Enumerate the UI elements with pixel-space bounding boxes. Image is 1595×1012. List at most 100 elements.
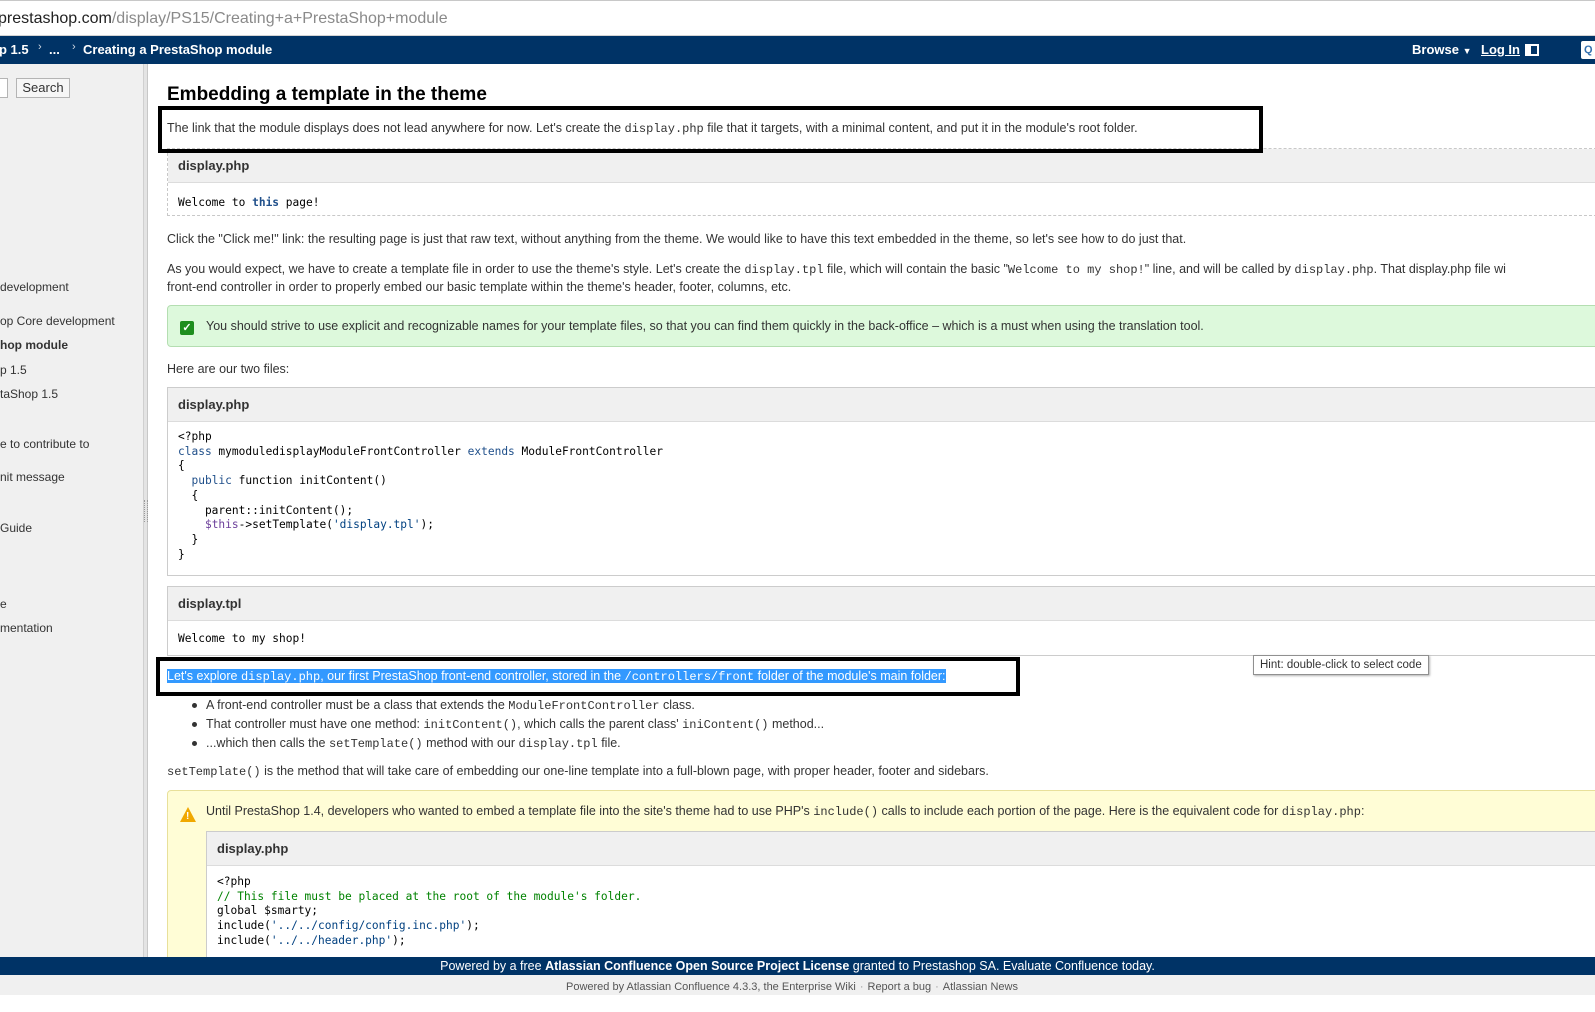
paragraph-expect: As you would expect, we have to create a… [167, 260, 1506, 279]
code-keyword: class [178, 444, 212, 458]
code-line: { [178, 459, 185, 473]
sidebar-item[interactable]: Guide [0, 521, 32, 535]
text: As you would expect, we have to create a… [167, 262, 745, 276]
inline-code: iniContent() [682, 718, 769, 732]
powered-by-link[interactable]: Powered by Atlassian Confluence 4.3.3, t… [566, 981, 856, 993]
text: . That display.php file wi [1373, 262, 1506, 276]
browse-label: Browse [1412, 42, 1459, 57]
sidebar-item[interactable]: e to contribute to [0, 437, 89, 451]
paragraph-settemplate: setTemplate() is the method that will ta… [167, 762, 989, 781]
license-footer: Powered by a free Atlassian Confluence O… [0, 957, 1595, 975]
code-block-body[interactable]: Welcome to my shop! [168, 621, 1595, 655]
code-line: } [178, 547, 185, 561]
code-block-title: display.php [168, 149, 1595, 183]
text: class. [659, 698, 695, 712]
text: Until PrestaShop 1.4, developers who wan… [206, 804, 814, 818]
code-comment: // This file must be placed at the root … [217, 889, 642, 903]
code-text: ); [420, 518, 434, 532]
inline-code: include() [813, 805, 879, 819]
inline-code: ModuleFrontController [508, 699, 660, 713]
resize-grip-icon[interactable] [144, 500, 148, 522]
code-string: '../../header.php' [270, 933, 393, 947]
license-link[interactable]: Atlassian Confluence Open Source Project… [545, 959, 849, 973]
sidebar-item-current[interactable]: hop module [0, 338, 68, 352]
text: calls to include each portion of the pag… [878, 804, 1282, 818]
code-text: ModuleFrontController [514, 444, 663, 458]
sidebar-toggle-icon[interactable] [1525, 44, 1539, 56]
text: A front-end controller must be a class t… [206, 698, 509, 712]
window-bottom [0, 995, 1595, 1012]
sidebar-item[interactable]: mentation [0, 621, 53, 635]
text: file, which will contain the basic " [823, 262, 1008, 276]
code-line: parent::initContent(); [178, 503, 354, 517]
paragraph-expect-line2: front-end controller in order to properl… [167, 280, 792, 294]
text: " line, and will be called by [1144, 262, 1295, 276]
tip-text: You should strive to use explicit and re… [206, 319, 1204, 333]
code-text: ); [392, 933, 406, 947]
warning-panel: ! Until PrestaShop 1.4, developers who w… [167, 790, 1595, 971]
sidebar-item[interactable]: p 1.5 [0, 363, 27, 377]
section-heading: Embedding a template in the theme [167, 84, 487, 105]
code-string: '../../config/config.inc.php' [270, 919, 467, 933]
url-text[interactable]: prestashop.com/display/PS15/Creating+a+P… [0, 10, 448, 28]
address-bar[interactable]: prestashop.com/display/PS15/Creating+a+P… [0, 0, 1595, 36]
inline-code: setTemplate() [167, 765, 261, 779]
code-line: <?php [217, 875, 251, 888]
text: ...which then calls the [206, 736, 329, 750]
text: , which calls the parent class' [517, 717, 683, 731]
breadcrumb-chevron-icon: › [38, 41, 42, 53]
code-block-display-php-controller[interactable]: display.php <?php class mymoduledisplayM… [167, 387, 1595, 576]
code-string: 'display.tpl' [332, 518, 421, 532]
text: file. [597, 736, 621, 750]
url-host: prestashop.com [0, 10, 112, 27]
breadcrumb-ellipsis[interactable]: ... [49, 42, 60, 57]
browse-menu[interactable]: Browse ▼ [1412, 42, 1472, 57]
code-text: function initContent() [231, 474, 387, 488]
separator: · [859, 981, 864, 993]
code-block-body[interactable]: Welcome to this page! [168, 183, 1595, 219]
code-text: include( [217, 919, 271, 933]
code-block-title: display.php [168, 388, 1595, 422]
code-keyword: extends [467, 444, 515, 458]
separator: · [935, 981, 939, 993]
sidebar-search-input[interactable] [0, 78, 8, 98]
sidebar-item[interactable]: development [0, 280, 69, 294]
atlassian-news-link[interactable]: Atlassian News [943, 981, 1018, 993]
paragraph-two-files: Here are our two files: [167, 362, 290, 376]
code-keyword: public [191, 474, 232, 488]
login-link[interactable]: Log In [1481, 42, 1520, 57]
page-tree-sidebar [0, 64, 144, 957]
report-bug-link[interactable]: Report a bug [868, 981, 932, 993]
warning-text: Until PrestaShop 1.4, developers who wan… [206, 804, 1364, 819]
code-block-body[interactable]: <?php class mymoduledisplayModuleFrontCo… [168, 422, 1595, 570]
sidebar-search-button[interactable]: Search [16, 78, 70, 98]
inline-code: Welcome to my shop! [1007, 263, 1145, 277]
text: method... [768, 717, 825, 731]
list-item: ...which then calls the setTemplate() me… [167, 734, 824, 753]
breadcrumb-current-page[interactable]: Creating a PrestaShop module [83, 42, 272, 57]
sidebar-item[interactable]: taShop 1.5 [0, 387, 58, 401]
confluence-footer: Powered by Atlassian Confluence 4.3.3, t… [0, 975, 1595, 995]
search-icon[interactable]: Q [1581, 41, 1595, 59]
code-block-display-php-legacy[interactable]: display.php <?php // This file must be p… [206, 831, 1595, 971]
tip-panel: ✓ You should strive to use explicit and … [167, 305, 1595, 347]
code-block-body[interactable]: <?php // This file must be placed at the… [207, 866, 1595, 957]
annotation-box-explore [156, 657, 1020, 696]
code-line: { [178, 488, 199, 502]
paragraph-click-me: Click the "Click me!" link: the resultin… [167, 232, 1187, 246]
check-icon: ✓ [180, 321, 194, 335]
sidebar-item[interactable]: nit message [0, 470, 65, 484]
bullet-list: A front-end controller must be a class t… [167, 696, 824, 753]
code-block-title: display.php [207, 832, 1595, 866]
list-item: That controller must have one method: in… [167, 715, 824, 734]
code-block-display-tpl[interactable]: display.tpl Welcome to my shop! [167, 586, 1595, 656]
code-block-display-php-simple[interactable]: display.php Welcome to this page! [167, 148, 1595, 216]
inline-code: display.php [1281, 805, 1361, 819]
code-line: } [178, 532, 199, 546]
code-text: include( [217, 933, 271, 947]
hint-tooltip: Hint: double-click to select code [1253, 655, 1429, 675]
sidebar-item[interactable]: op Core development [0, 314, 115, 328]
breadcrumb-space[interactable]: p 1.5 [0, 42, 29, 57]
sidebar-item[interactable]: e [0, 597, 7, 611]
code-text: mymoduledisplayModuleFrontController [211, 444, 468, 458]
